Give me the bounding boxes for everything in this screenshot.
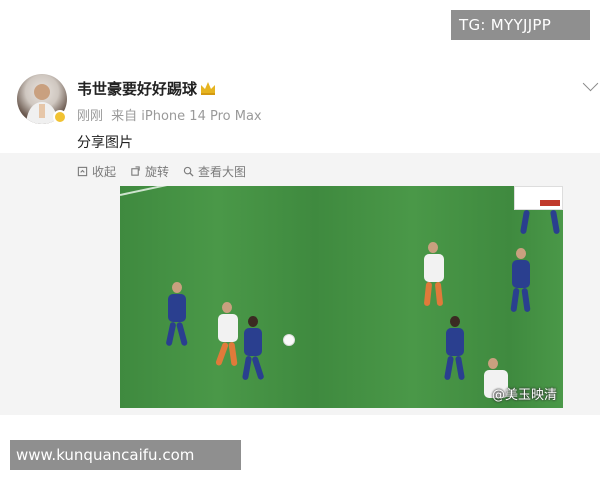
media-toolbar: 收起 旋转 查看大图 [77, 163, 246, 180]
sponsor-logo [540, 200, 560, 206]
football [283, 334, 295, 346]
collapse-button[interactable]: 收起 [77, 163, 116, 180]
post-time: 刚刚 [77, 109, 104, 124]
watermark-site: www.kunquancaifu.com [10, 440, 241, 470]
username[interactable]: 韦世豪要好好踢球 [77, 78, 197, 99]
crown-icon [201, 82, 215, 95]
watermark-tg: TG: MYYJJPP [451, 10, 590, 40]
image-overlay-name: @美玉映清 [492, 388, 558, 403]
pitch-line [120, 186, 189, 196]
view-large-label: 查看大图 [198, 165, 247, 179]
chevron-down-icon[interactable] [582, 75, 599, 92]
verified-badge-icon [53, 110, 67, 124]
sponsor-board [514, 186, 563, 210]
rotate-button[interactable]: 旋转 [130, 163, 169, 180]
post-meta: 刚刚 来自 iPhone 14 Pro Max [77, 105, 266, 124]
post-image[interactable] [120, 186, 563, 408]
zoom-icon [183, 166, 194, 177]
collapse-label: 收起 [92, 165, 117, 179]
collapse-icon [77, 166, 88, 177]
view-large-button[interactable]: 查看大图 [183, 163, 246, 180]
post-text: 分享图片 [77, 135, 133, 151]
rotate-icon [131, 166, 140, 176]
rotate-label: 旋转 [145, 165, 170, 179]
post-source: 来自 iPhone 14 Pro Max [111, 109, 262, 124]
